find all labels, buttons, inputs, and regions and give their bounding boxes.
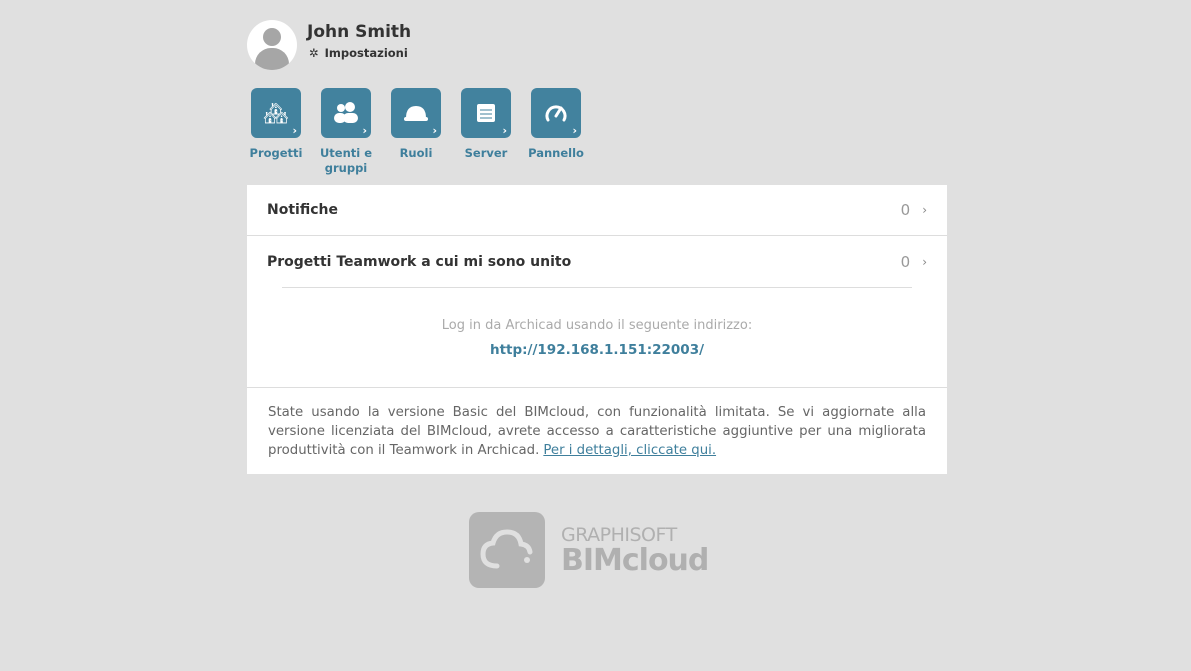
details-link[interactable]: Per i dettagli, cliccate qui. xyxy=(543,443,716,458)
login-instructions: Log in da Archicad usando il seguente in… xyxy=(441,318,753,333)
hardhat-icon xyxy=(404,106,428,121)
gauge-icon xyxy=(545,105,567,122)
joined-projects-count: 0 xyxy=(900,252,911,271)
tile-progetti[interactable]: 🏘 › Progetti xyxy=(241,88,311,176)
joined-projects-row[interactable]: Progetti Teamwork a cui mi sono unito 0 › xyxy=(247,236,947,287)
tile-ruoli[interactable]: › Ruoli xyxy=(381,88,451,176)
main-panel: Notifiche 0 › Progetti Teamwork a cui mi s… xyxy=(247,185,947,474)
chevron-right-icon: › xyxy=(432,124,437,137)
chevron-right-icon: › xyxy=(922,203,927,217)
chevron-right-icon: › xyxy=(572,124,577,137)
users-icon xyxy=(334,102,358,123)
gear-icon: ✲ xyxy=(309,46,319,60)
tile-utenti[interactable]: › Utenti e gruppi xyxy=(311,88,381,176)
chevron-right-icon: › xyxy=(922,254,927,269)
buildings-icon: 🏘 xyxy=(263,101,289,125)
server-icon xyxy=(477,104,495,122)
bimcloud-logo: GRAPHISOFT BIMcloud xyxy=(469,512,709,588)
avatar xyxy=(247,20,297,70)
notifications-count: 0 xyxy=(900,201,911,219)
cloud-icon xyxy=(480,529,533,569)
tile-pannello[interactable]: › Pannello xyxy=(521,88,591,176)
tile-server[interactable]: › Server xyxy=(451,88,521,176)
login-url-link[interactable]: http://192.168.1.151:22003/ xyxy=(490,342,704,358)
settings-link[interactable]: ✲ Impostazioni xyxy=(309,46,408,60)
user-name: John Smith xyxy=(307,22,412,42)
chevron-right-icon: › xyxy=(362,124,367,137)
notifications-row[interactable]: Notifiche 0 › xyxy=(247,185,947,236)
chevron-right-icon: › xyxy=(502,124,507,137)
chevron-right-icon: › xyxy=(292,124,297,137)
